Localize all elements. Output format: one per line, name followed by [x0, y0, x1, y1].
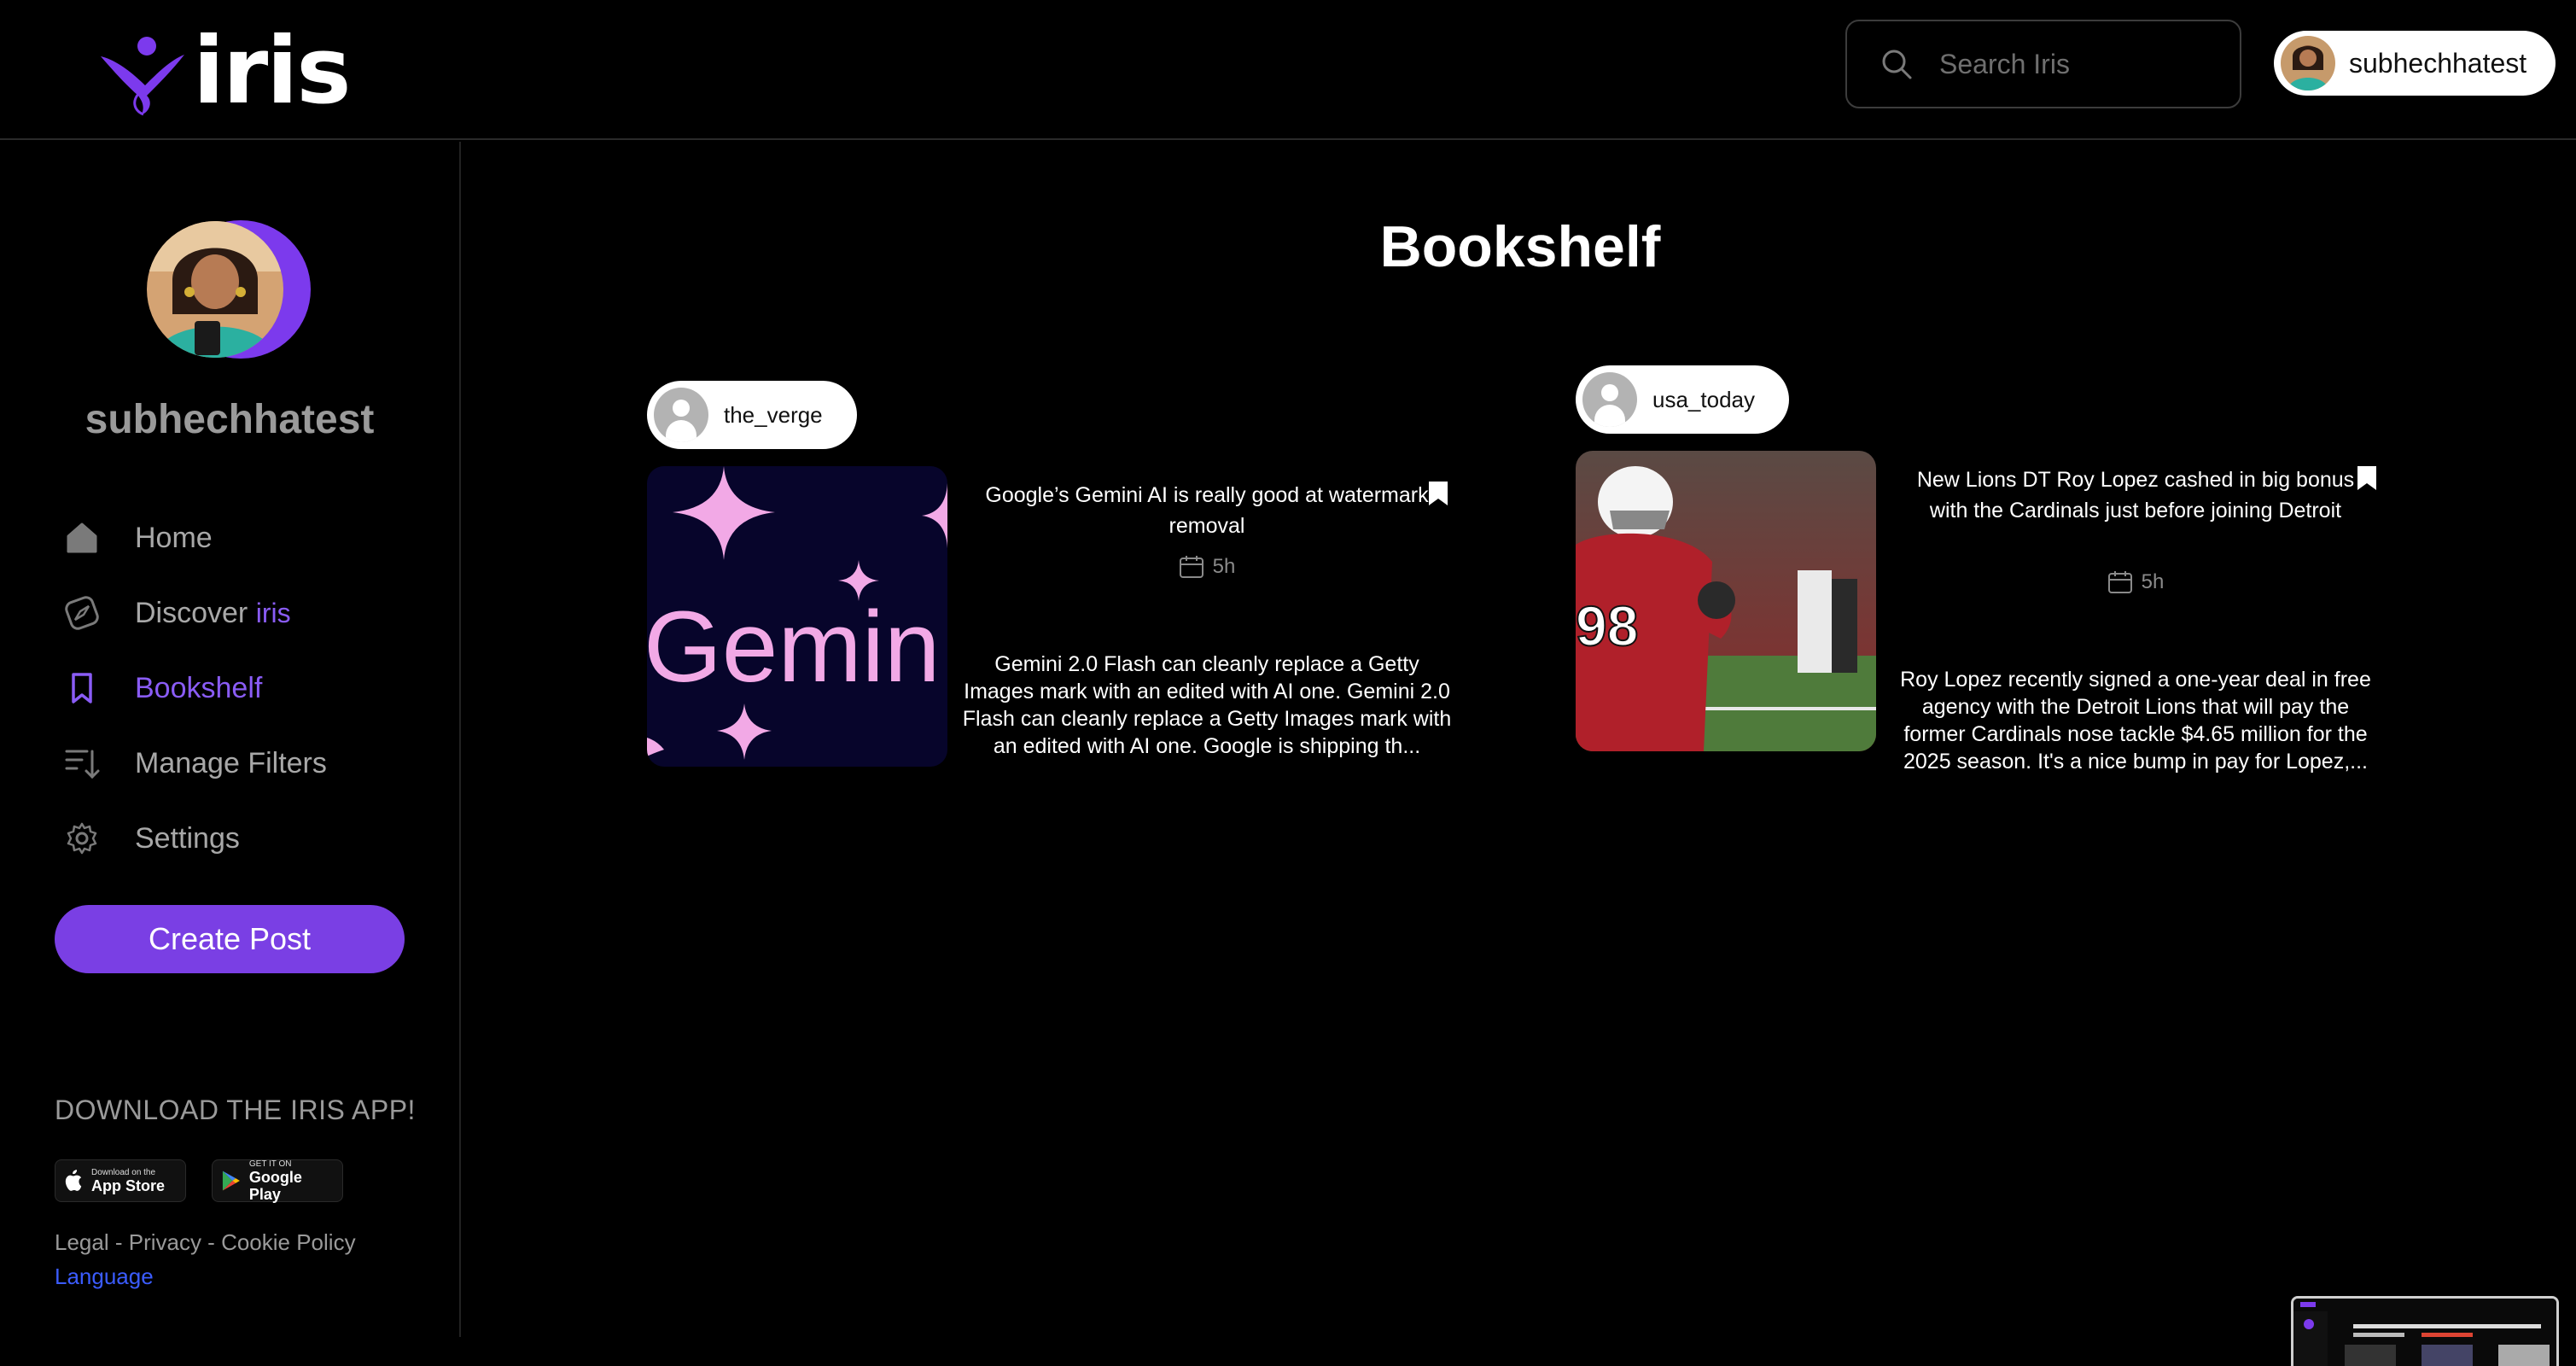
calendar-icon: [2107, 571, 2132, 593]
post-source-chip[interactable]: the_verge: [647, 381, 857, 449]
post-time: 5h: [1164, 555, 1250, 579]
create-post-button[interactable]: Create Post: [55, 905, 405, 973]
sidebar: subhechhatest Home Discover iris Bookshe…: [0, 142, 461, 1337]
profile-avatar[interactable]: [147, 220, 311, 359]
google-play-badge[interactable]: GET IT ON Google Play: [212, 1159, 343, 1203]
post-source-chip[interactable]: usa_today: [1576, 365, 1789, 434]
iris-logo[interactable]: iris: [99, 18, 352, 125]
legal-links[interactable]: Legal - Privacy - Cookie Policy: [55, 1229, 356, 1256]
search-box[interactable]: [1845, 20, 2241, 108]
post-body: Roy Lopez recently signed a one-year dea…: [1900, 668, 2371, 773]
source-avatar-placeholder: [1582, 372, 1637, 427]
sidebar-item-settings[interactable]: Settings: [63, 801, 327, 876]
post-title[interactable]: Google’s Gemini AI is really good at wat…: [985, 480, 1429, 541]
bookmark-icon: [72, 673, 92, 703]
sidebar-nav: Home Discover iris Bookshelf Manage Filt…: [63, 500, 327, 876]
user-menu-button[interactable]: subhechhatest: [2274, 31, 2556, 96]
screen-preview-thumbnail[interactable]: [2291, 1296, 2559, 1366]
header-username: subhechhatest: [2349, 47, 2527, 79]
app-store-badge[interactable]: Download on the App Store: [55, 1159, 186, 1202]
jersey-number: 98: [1576, 594, 1638, 657]
google-play-icon: [222, 1170, 240, 1191]
compass-icon: [65, 596, 99, 630]
search-icon: [1882, 50, 1912, 79]
post-time: 5h: [2093, 570, 2178, 594]
user-avatar: [2281, 36, 2335, 90]
sidebar-item-home[interactable]: Home: [63, 500, 327, 575]
calendar-icon: [1179, 556, 1203, 578]
apple-icon: [65, 1170, 82, 1191]
iris-logo-icon: [101, 37, 184, 116]
source-name: usa_today: [1652, 386, 1755, 412]
bookmark-saved-icon[interactable]: [1427, 480, 1449, 507]
logo-wordmark: iris: [193, 18, 352, 125]
top-header: iris subhechhatest: [0, 0, 2576, 140]
sidebar-item-bookshelf[interactable]: Bookshelf: [63, 651, 327, 726]
sidebar-item-manage-filters[interactable]: Manage Filters: [63, 726, 327, 801]
search-input[interactable]: [1939, 48, 2229, 80]
football-player-image: 98: [1576, 451, 1876, 751]
gemini-thumbnail-image: Gemin: [647, 466, 947, 767]
profile-username: subhechhatest: [85, 397, 375, 442]
filter-icon: [65, 750, 100, 779]
source-name: the_verge: [724, 401, 823, 428]
sidebar-item-discover[interactable]: Discover iris: [63, 575, 327, 651]
language-link[interactable]: Language: [55, 1264, 154, 1290]
download-app-heading: DOWNLOAD THE IRIS APP!: [55, 1095, 416, 1125]
post-thumbnail[interactable]: 98: [1576, 451, 1876, 751]
post-body: Gemini 2.0 Flash can cleanly replace a G…: [962, 652, 1452, 758]
source-avatar-placeholder: [654, 388, 708, 442]
page-title: Bookshelf: [1379, 214, 1661, 279]
bookmark-saved-icon[interactable]: [2356, 464, 2378, 492]
discover-iris-accent: iris: [255, 597, 291, 628]
home-icon: [67, 522, 97, 553]
post-title[interactable]: New Lions DT Roy Lopez cashed in big bon…: [1914, 464, 2357, 526]
post-thumbnail[interactable]: Gemin: [647, 466, 947, 767]
gemini-wordmark: Gemin: [647, 591, 941, 703]
gear-icon: [67, 822, 97, 855]
